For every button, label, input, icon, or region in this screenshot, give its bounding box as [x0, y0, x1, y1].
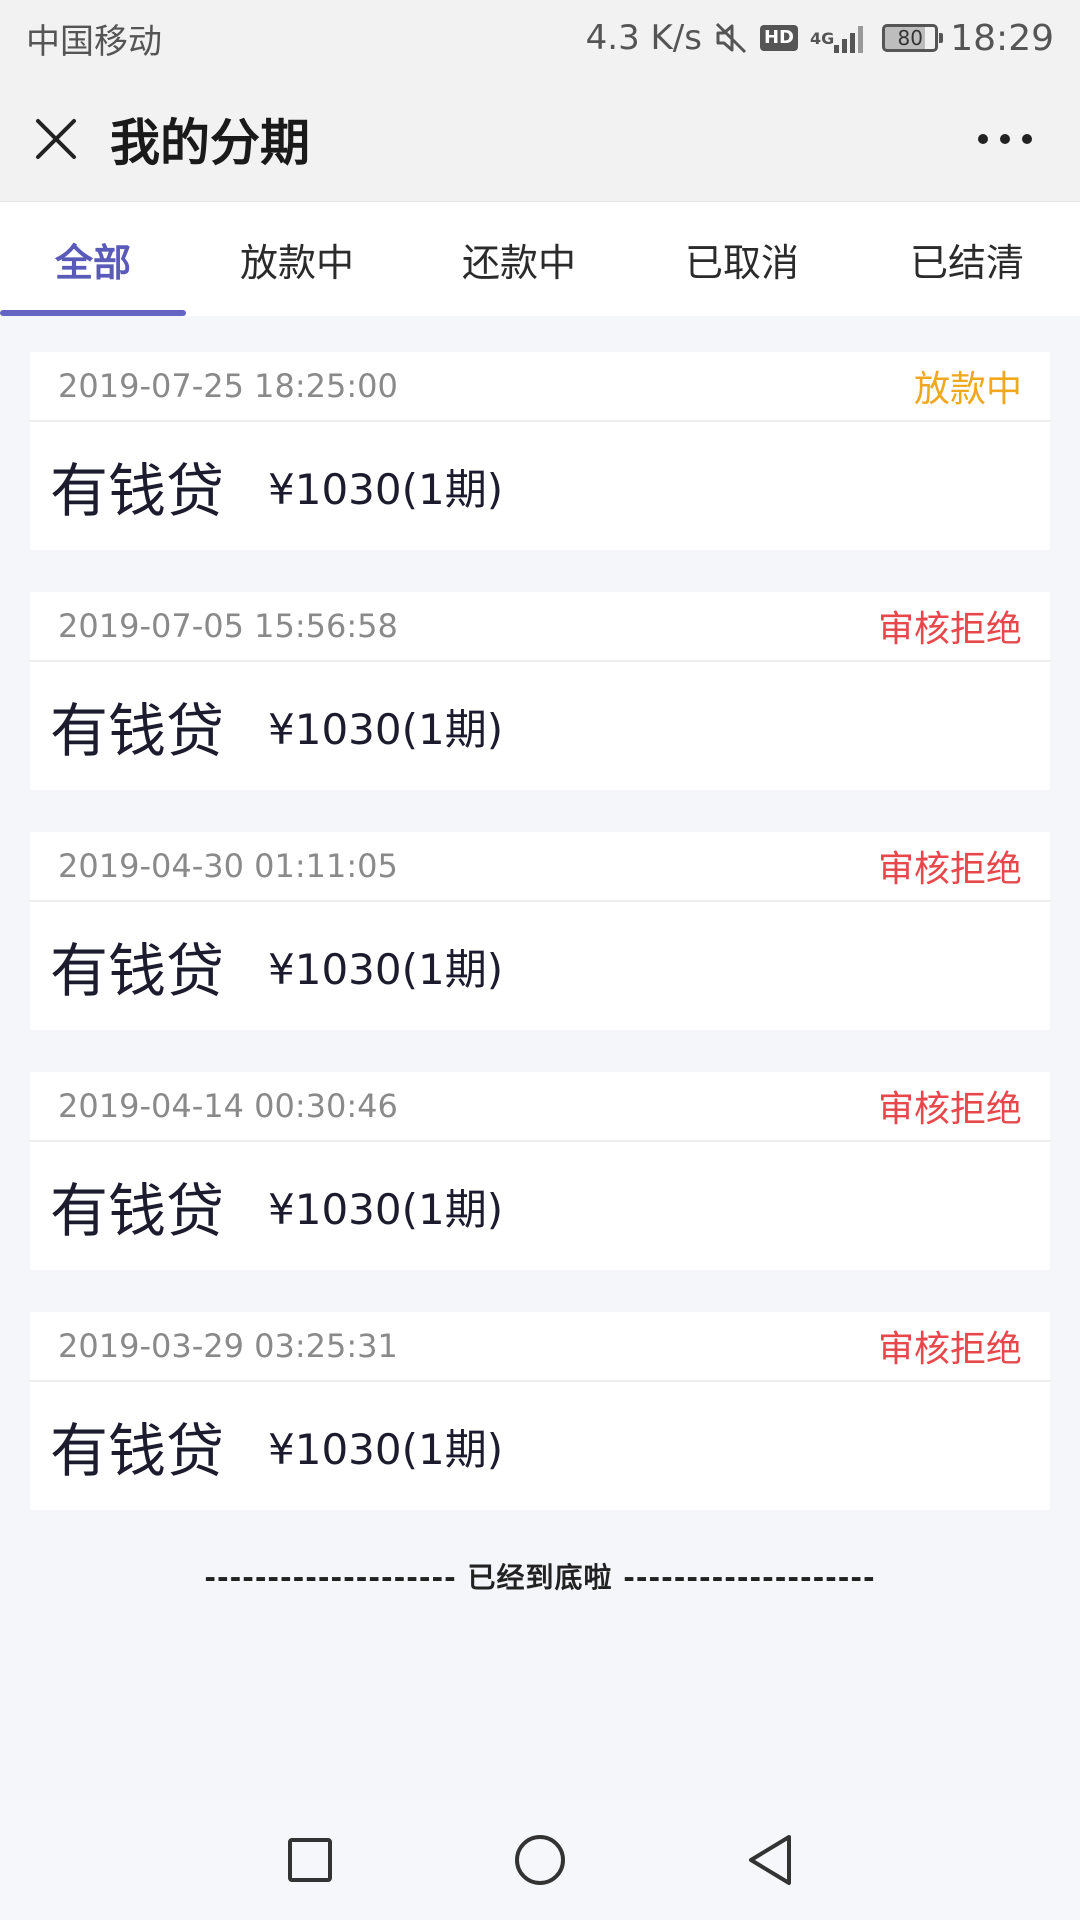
- triangle-back-icon: [749, 1835, 791, 1885]
- battery-indicator: 80: [882, 24, 944, 52]
- loan-amount: ¥1030(1期): [268, 944, 504, 994]
- product-name: 有钱贷: [50, 697, 225, 765]
- record-time: 2019-04-30 01:11:05: [58, 847, 398, 885]
- list-item-body: 有钱贷 ¥1030(1期): [30, 422, 1050, 550]
- list-item[interactable]: 2019-04-30 01:11:05 审核拒绝 有钱贷 ¥1030(1期): [30, 832, 1050, 1030]
- list-item-body: 有钱贷 ¥1030(1期): [30, 1142, 1050, 1270]
- status-tabs: 全部 放款中 还款中 已取消 已结清: [0, 202, 1080, 316]
- close-button[interactable]: [26, 109, 86, 169]
- status-bar: 中国移动 4.3 K/s HD 4G 80 18:29: [0, 0, 1080, 76]
- status-badge: 审核拒绝: [877, 609, 1022, 650]
- list-item-header: 2019-03-29 03:25:31 审核拒绝: [30, 1312, 1050, 1382]
- status-badge: 放款中: [913, 369, 1022, 410]
- app-header: 我的分期: [0, 76, 1080, 202]
- list-item-body: 有钱贷 ¥1030(1期): [30, 1382, 1050, 1510]
- tab-repaying[interactable]: 还款中: [408, 202, 630, 316]
- carrier-name: 中国移动: [26, 21, 162, 62]
- tab-all[interactable]: 全部: [0, 202, 186, 316]
- list-item-body: 有钱贷 ¥1030(1期): [30, 662, 1050, 790]
- hd-badge: HD: [759, 25, 798, 51]
- loan-amount: ¥1030(1期): [268, 464, 504, 514]
- status-badge: 审核拒绝: [877, 849, 1022, 890]
- mute-icon: [714, 21, 748, 55]
- recent-apps-button[interactable]: [280, 1830, 340, 1890]
- list-item[interactable]: 2019-04-14 00:30:46 审核拒绝 有钱贷 ¥1030(1期): [30, 1072, 1050, 1270]
- list-item-header: 2019-07-25 18:25:00 放款中: [30, 352, 1050, 422]
- product-name: 有钱贷: [50, 937, 225, 1005]
- end-of-list-text: -------------------- 已经到底啦 -------------…: [204, 1561, 876, 1594]
- back-button[interactable]: [740, 1830, 800, 1890]
- system-nav-bar: [0, 1800, 1080, 1920]
- tab-disbursing[interactable]: 放款中: [186, 202, 408, 316]
- list-item[interactable]: 2019-03-29 03:25:31 审核拒绝 有钱贷 ¥1030(1期): [30, 1312, 1050, 1510]
- record-time: 2019-04-14 00:30:46: [58, 1087, 398, 1125]
- installment-list: 2019-07-25 18:25:00 放款中 有钱贷 ¥1030(1期) 20…: [30, 352, 1050, 1552]
- record-time: 2019-03-29 03:25:31: [58, 1327, 398, 1365]
- product-name: 有钱贷: [50, 1177, 225, 1245]
- more-icon: [978, 134, 1032, 144]
- tab-settled[interactable]: 已结清: [854, 202, 1080, 316]
- list-item[interactable]: 2019-07-05 15:56:58 审核拒绝 有钱贷 ¥1030(1期): [30, 592, 1050, 790]
- list-item[interactable]: 2019-07-25 18:25:00 放款中 有钱贷 ¥1030(1期): [30, 352, 1050, 550]
- clock: 18:29: [950, 17, 1054, 59]
- circle-icon: [515, 1835, 565, 1885]
- list-item-header: 2019-04-14 00:30:46 审核拒绝: [30, 1072, 1050, 1142]
- status-icons: 4.3 K/s HD 4G 80 18:29: [586, 18, 1054, 59]
- product-name: 有钱贷: [50, 1417, 225, 1485]
- status-badge: 审核拒绝: [877, 1329, 1022, 1370]
- page-title: 我的分期: [110, 113, 310, 172]
- network-speed: 4.3 K/s: [585, 18, 702, 58]
- loan-amount: ¥1030(1期): [268, 1184, 504, 1234]
- record-time: 2019-07-05 15:56:58: [58, 607, 398, 645]
- status-badge: 审核拒绝: [877, 1089, 1022, 1130]
- loan-amount: ¥1030(1期): [268, 1424, 504, 1474]
- square-icon: [288, 1838, 332, 1882]
- list-item-header: 2019-07-05 15:56:58 审核拒绝: [30, 592, 1050, 662]
- product-name: 有钱贷: [50, 457, 225, 525]
- home-button[interactable]: [510, 1830, 570, 1890]
- more-button[interactable]: [970, 114, 1040, 164]
- record-time: 2019-07-25 18:25:00: [58, 367, 398, 405]
- loan-amount: ¥1030(1期): [268, 704, 504, 754]
- tab-cancelled[interactable]: 已取消: [630, 202, 854, 316]
- list-item-header: 2019-04-30 01:11:05 审核拒绝: [30, 832, 1050, 902]
- close-icon: [36, 118, 76, 159]
- list-item-body: 有钱贷 ¥1030(1期): [30, 902, 1050, 1030]
- signal-icon: 4G: [810, 21, 870, 55]
